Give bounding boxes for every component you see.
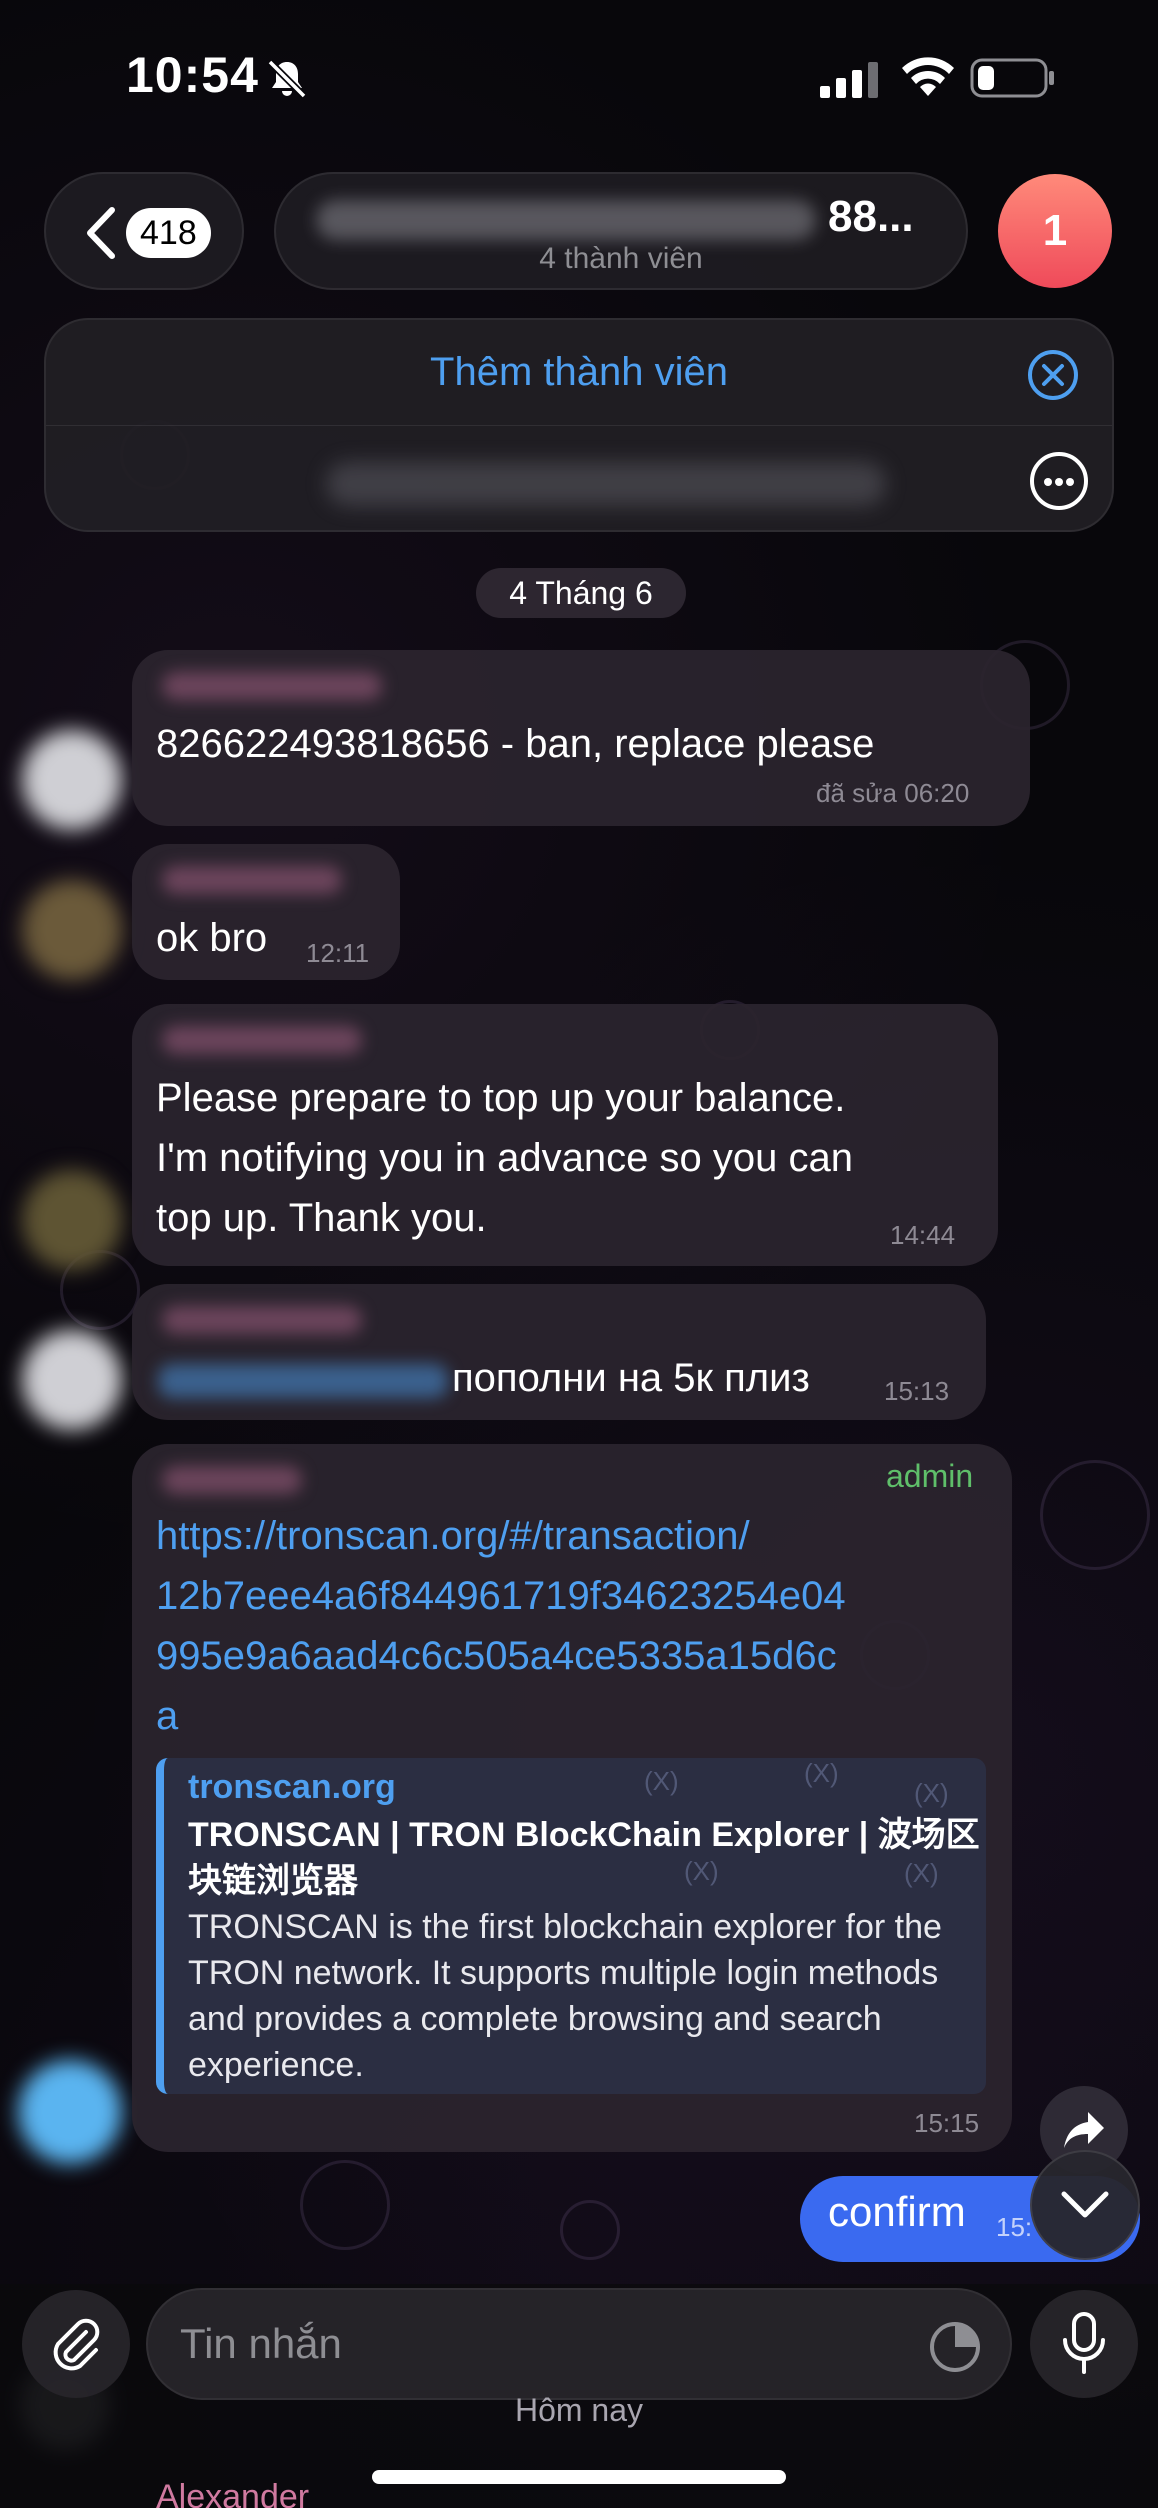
sender-name: Alexander <box>156 2478 310 2508</box>
message-text: 826622493818656 - ban, replace please <box>156 722 875 766</box>
add-member-bar[interactable]: Thêm thành viên <box>46 320 1112 426</box>
message-text: confirm <box>828 2188 966 2235</box>
chat-header-title[interactable]: 88... 4 thành viên <box>274 172 968 290</box>
message-time: 15: <box>996 2212 1033 2242</box>
attach-button[interactable] <box>22 2290 130 2398</box>
message-bubble[interactable]: ok bro 12:11 <box>132 844 400 980</box>
preview-site-name: tronscan.org <box>188 1768 396 1806</box>
chat-member-count: 4 thành viên <box>539 242 703 275</box>
unread-count-badge: 418 <box>126 208 211 258</box>
bell-slash-icon <box>267 59 307 99</box>
status-time: 10:54 <box>126 47 259 103</box>
message-time: 15:13 <box>884 1376 950 1406</box>
today-separator: Hôm nay <box>514 2392 644 2428</box>
pinned-panel: Thêm thành viên <box>44 318 1114 532</box>
close-circle-icon[interactable] <box>1026 348 1080 402</box>
scroll-to-bottom-button[interactable] <box>1030 2150 1140 2260</box>
admin-badge: admin <box>886 1458 974 1494</box>
mention-redacted <box>158 1364 448 1398</box>
pinned-message-redacted[interactable] <box>326 462 886 506</box>
more-options-icon[interactable] <box>1030 452 1088 510</box>
microphone-icon <box>1063 2312 1105 2374</box>
message-text: Please prepare to top up your balance. I… <box>156 1076 853 1240</box>
message-input[interactable]: Tin nhắn <box>146 2288 1012 2400</box>
sender-name-redacted <box>162 1466 302 1494</box>
avatar[interactable] <box>18 2060 122 2164</box>
message-time: 12:11 <box>306 938 370 968</box>
transaction-link[interactable]: https://tronscan.org/#/transaction/ 12b7… <box>156 1506 846 1746</box>
home-indicator <box>372 2470 786 2484</box>
chat-title: 88... <box>828 192 914 241</box>
microphone-button[interactable] <box>1030 2290 1138 2398</box>
message-bubble[interactable]: Please prepare to top up your balance. I… <box>132 1004 998 1266</box>
preview-pattern: (X) <box>804 1758 839 1788</box>
message-text: пополни на 5к плиз <box>452 1356 810 1400</box>
message-text: ok bro <box>156 916 268 960</box>
chat-title-redacted <box>316 200 816 240</box>
message-time: 14:44 <box>890 1220 956 1250</box>
message-time: đã sửa 06:20 <box>816 778 970 808</box>
status-bar: 10:54 <box>0 0 1158 150</box>
avatar[interactable] <box>22 730 122 830</box>
add-member-label: Thêm thành viên <box>430 350 728 394</box>
message-bubble[interactable]: пополни на 5к плиз 15:13 <box>132 1284 986 1420</box>
sender-name-redacted <box>162 866 342 894</box>
message-time: 15:15 <box>914 2108 980 2138</box>
forward-arrow-icon <box>1064 2112 1104 2148</box>
avatar-initial: 1 <box>1042 206 1068 255</box>
sticker-icon[interactable] <box>928 2320 982 2374</box>
preview-title: TRONSCAN | TRON BlockChain Explorer | 波场… <box>188 1816 980 1900</box>
preview-pattern: (X) <box>914 1778 949 1808</box>
chat-avatar[interactable]: 1 <box>998 174 1112 288</box>
avatar[interactable] <box>22 1330 122 1430</box>
sender-name-redacted <box>162 672 382 700</box>
message-input-placeholder: Tin nhắn <box>180 2320 342 2367</box>
avatar[interactable] <box>22 880 122 980</box>
sender-name-redacted <box>162 1306 362 1334</box>
paperclip-icon <box>53 2318 100 2371</box>
chevron-down-icon <box>1061 2191 1109 2218</box>
wifi-icon <box>902 57 954 96</box>
back-button[interactable]: 418 <box>44 172 244 290</box>
sender-name-redacted <box>162 1026 362 1054</box>
chevron-left-icon <box>87 207 115 259</box>
battery-icon <box>970 58 1054 98</box>
message-bubble[interactable]: 826622493818656 - ban, replace please đã… <box>132 650 1030 826</box>
preview-pattern: (X) <box>644 1766 679 1796</box>
date-separator: 4 Tháng 6 <box>476 568 686 618</box>
link-preview-card[interactable]: (X) (X) (X) (X) (X) tronscan.org TRONSCA… <box>156 1758 986 2094</box>
cellular-signal-icon <box>820 62 878 98</box>
preview-description: TRONSCAN is the first blockchain explore… <box>188 1908 942 2084</box>
avatar[interactable] <box>22 1170 122 1270</box>
